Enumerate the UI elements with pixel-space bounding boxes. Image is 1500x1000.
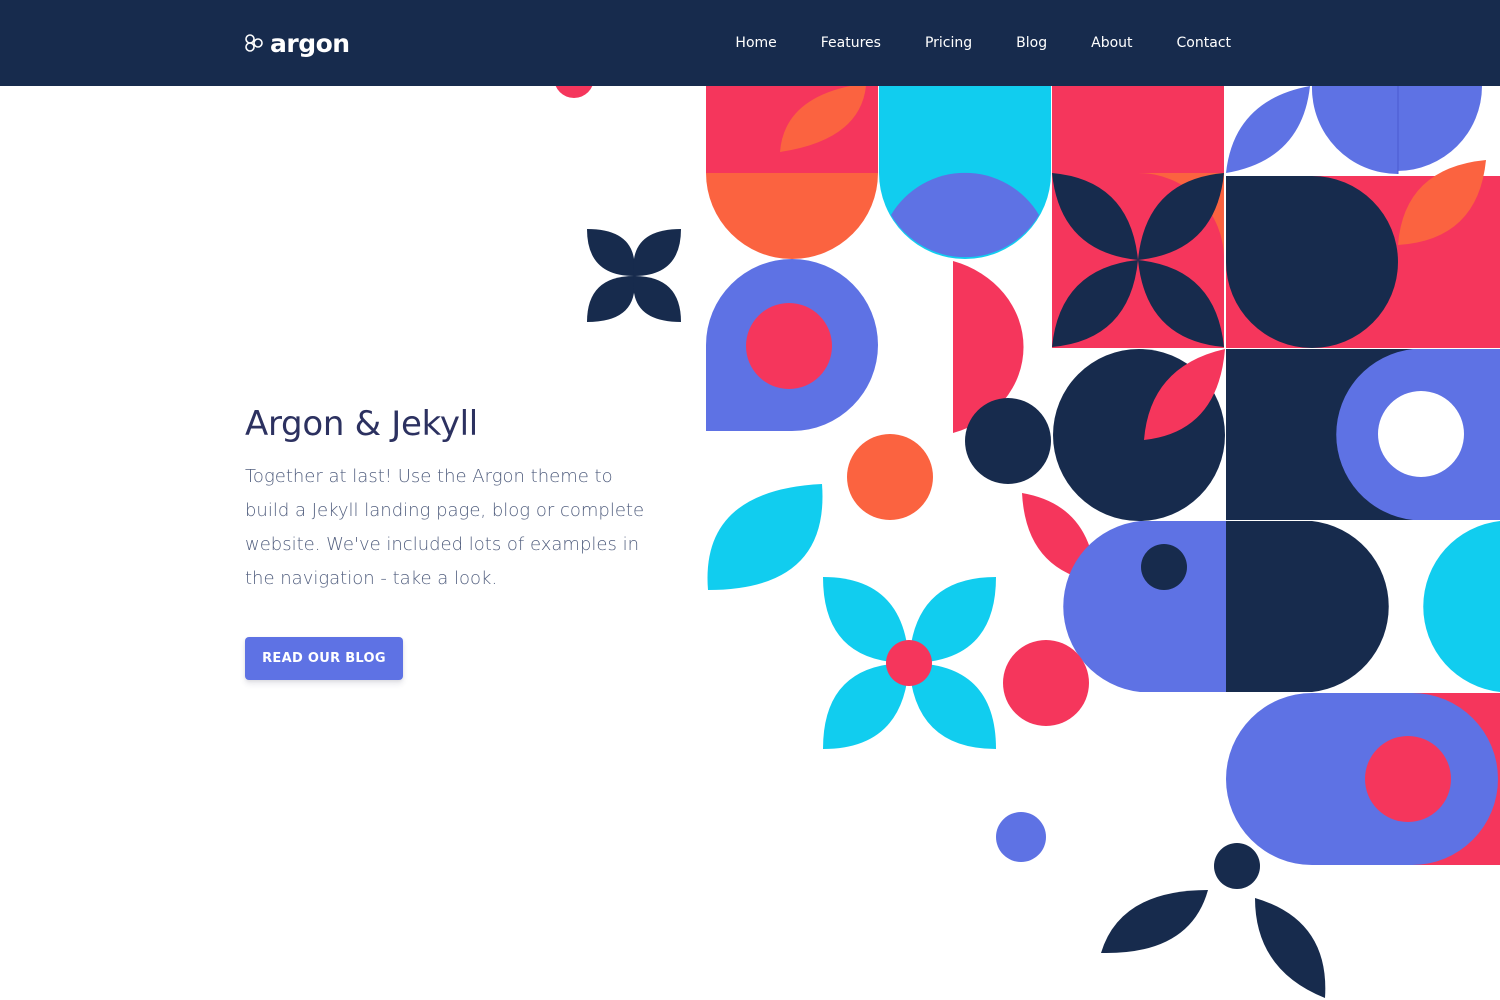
nav-link-contact[interactable]: Contact xyxy=(1177,35,1231,51)
brand-name: argon xyxy=(270,28,350,58)
nav-link-blog[interactable]: Blog xyxy=(1016,35,1047,51)
nav-link-features[interactable]: Features xyxy=(821,35,881,51)
top-navbar: argon Home Features Pricing Blog About C… xyxy=(0,0,1500,86)
hexagon-cluster-icon xyxy=(245,34,263,52)
nav-link-pricing[interactable]: Pricing xyxy=(925,35,972,51)
main-nav: Home Features Pricing Blog About Contact xyxy=(735,32,1231,53)
hero-geometric-artwork xyxy=(554,58,1500,998)
nav-link-home[interactable]: Home xyxy=(735,35,776,51)
nav-link-about[interactable]: About xyxy=(1091,35,1132,51)
brand-logo-link[interactable]: argon xyxy=(244,26,350,60)
